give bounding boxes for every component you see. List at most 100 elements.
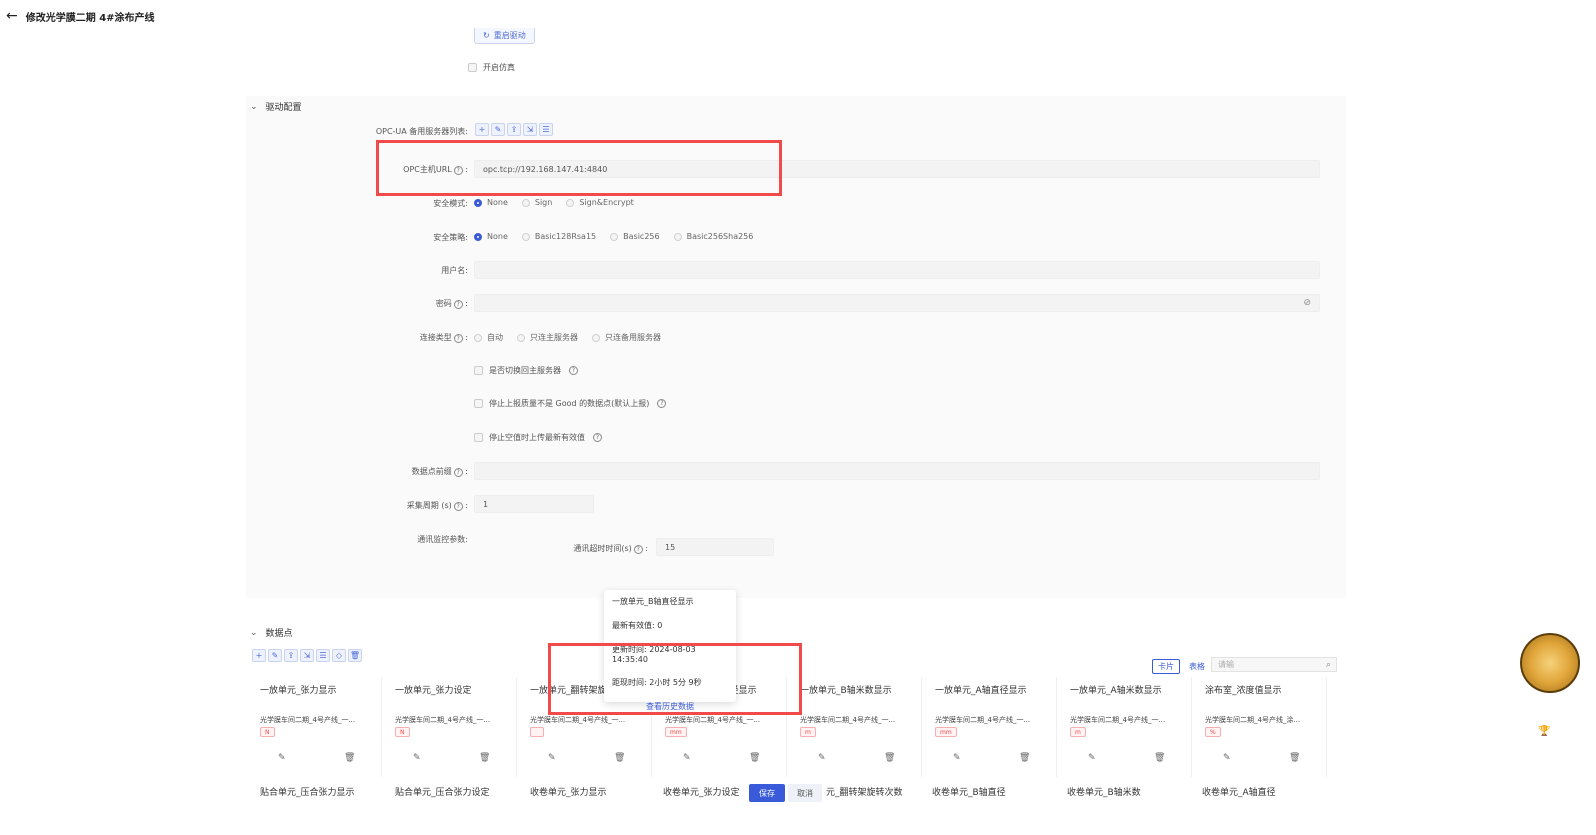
list-icon[interactable]: ☰ — [539, 123, 553, 136]
edit-icon[interactable]: ✎ — [491, 123, 505, 136]
card-title[interactable]: 贴合单元_压合张力显示 — [260, 785, 355, 798]
card-title[interactable]: 收卷单元_B轴直径 — [932, 785, 1006, 798]
conn-primary-only[interactable]: 只连主服务器 — [517, 332, 578, 343]
datapoint-card[interactable]: 一放单元_A轴米数显示 光学膜车间二期_4号产线_一... m ✎ 🗑 — [1062, 677, 1192, 777]
datapoint-prefix-label: 数据点前缀? : — [411, 467, 468, 477]
security-mode-sign[interactable]: Sign — [521, 198, 552, 207]
edit-icon[interactable]: ✎ — [548, 753, 556, 763]
simulate-toggle[interactable]: 开启仿真 — [468, 62, 515, 73]
stop-not-good-checkbox[interactable] — [474, 399, 483, 408]
unit-badge: N — [395, 727, 410, 737]
password-input[interactable]: ⊘ — [474, 294, 1320, 312]
driver-config-header[interactable]: ⌄ 驱动配置 — [250, 100, 302, 114]
import-icon[interactable]: ⇪ — [507, 123, 521, 136]
policy-basic128rsa15[interactable]: Basic128Rsa15 — [521, 232, 597, 241]
export-icon[interactable]: ⇲ — [523, 123, 537, 136]
radio[interactable] — [673, 232, 682, 241]
policy-none[interactable]: None — [474, 232, 508, 241]
eye-off-icon[interactable]: ⊘ — [1303, 298, 1311, 308]
add-icon[interactable]: + — [252, 649, 266, 662]
radio-selected[interactable] — [474, 232, 482, 241]
edit-icon[interactable]: ✎ — [953, 753, 961, 763]
arrow-left-icon[interactable]: ← — [6, 8, 18, 24]
restart-driver-button[interactable]: ↻ 重启驱动 — [474, 28, 535, 44]
card-title[interactable]: 收卷单元_B轴米数 — [1067, 785, 1141, 798]
datapoints-header[interactable]: ⌄ 数据点 — [250, 626, 293, 640]
view-table-button[interactable]: 表格 — [1184, 660, 1210, 673]
card-title[interactable]: 收卷单元_A轴直径 — [1202, 785, 1276, 798]
edit-icon[interactable]: ✎ — [278, 753, 286, 763]
card-title: 一放单元_张力显示 — [260, 686, 337, 696]
edit-icon[interactable]: ✎ — [268, 649, 282, 662]
option-label: None — [487, 198, 508, 207]
simulate-label: 开启仿真 — [483, 63, 515, 72]
policy-basic256sha256[interactable]: Basic256Sha256 — [673, 232, 753, 241]
list-icon[interactable]: ☰ — [316, 649, 330, 662]
radio[interactable] — [521, 232, 530, 241]
username-input[interactable] — [474, 261, 1320, 279]
delete-icon[interactable]: 🗑 — [884, 753, 895, 763]
edit-icon[interactable]: ✎ — [683, 753, 691, 763]
highlight-box-url — [376, 140, 782, 196]
edit-icon[interactable]: ✎ — [413, 753, 421, 763]
delete-icon[interactable]: 🗑 — [749, 753, 760, 763]
radio[interactable] — [592, 333, 600, 342]
comm-timeout-label: 通讯超时时间(s)? : — [573, 544, 648, 554]
policy-basic256[interactable]: Basic256 — [610, 232, 660, 241]
delete-icon[interactable]: 🗑 — [1289, 753, 1300, 763]
datapoint-card[interactable]: 涂布室_浓度值显示 光学膜车间二期_4号产线_涂... % ✎ 🗑 — [1197, 677, 1327, 777]
radio-selected[interactable] — [474, 198, 482, 207]
trophy-icon[interactable]: 🏆 — [1538, 726, 1550, 737]
simulate-checkbox[interactable] — [468, 63, 477, 72]
refresh-icon: ↻ — [483, 31, 490, 40]
add-icon[interactable]: + — [475, 123, 489, 136]
switch-back-checkbox[interactable] — [474, 366, 483, 375]
datapoint-card[interactable]: 一放单元_张力设定 光学膜车间二期_4号产线_一... N ✎ 🗑 — [387, 677, 517, 777]
comm-monitor-label: 通讯监控参数: — [417, 535, 468, 544]
datapoint-prefix-input[interactable] — [474, 462, 1320, 480]
card-title[interactable]: 收卷单元_张力设定 — [663, 785, 740, 798]
card-title[interactable]: 元_翻转架旋转次数 — [826, 785, 903, 798]
save-button[interactable]: 保存 — [749, 784, 785, 802]
radio[interactable] — [517, 333, 525, 342]
conn-auto[interactable]: 自动 — [474, 332, 503, 343]
card-title: 一放单元_A轴米数显示 — [1070, 686, 1162, 696]
radio[interactable] — [566, 198, 575, 207]
delete-icon[interactable]: 🗑 — [614, 753, 625, 763]
edit-icon[interactable]: ✎ — [818, 753, 826, 763]
export-icon[interactable]: ⇲ — [300, 649, 314, 662]
restart-driver-label: 重启驱动 — [493, 31, 526, 40]
stop-not-good-row[interactable]: 停止上报质量不是 Good 的数据点(默认上报)? — [474, 398, 667, 409]
stop-empty-row[interactable]: 停止空值时上传最新有效值? — [474, 432, 602, 443]
comm-timeout-input[interactable]: 15 — [656, 538, 774, 556]
edit-icon[interactable]: ✎ — [1223, 753, 1231, 763]
stop-empty-label: 停止空值时上传最新有效值 — [489, 433, 585, 442]
filter-icon[interactable]: ◇ — [332, 649, 346, 662]
datapoint-card[interactable]: 一放单元_张力显示 光学膜车间二期_4号产线_一... N ✎ 🗑 — [252, 677, 382, 777]
datapoints-search-input[interactable]: 请输 ⌕ — [1211, 657, 1337, 672]
card-title[interactable]: 收卷单元_张力显示 — [530, 785, 607, 798]
delete-icon[interactable]: 🗑 — [1019, 753, 1030, 763]
cancel-button[interactable]: 取消 — [788, 784, 822, 802]
datapoint-card[interactable]: 一放单元_B轴米数显示 光学膜车间二期_4号产线_一... m ✎ 🗑 — [792, 677, 922, 777]
security-mode-sign-encrypt[interactable]: Sign&Encrypt — [566, 198, 634, 207]
import-icon[interactable]: ⇪ — [284, 649, 298, 662]
delete-icon[interactable]: 🗑 — [1154, 753, 1165, 763]
delete-icon[interactable]: 🗑 — [344, 753, 355, 763]
option-label: Basic128Rsa15 — [534, 232, 597, 241]
delete-icon[interactable]: 🗑 — [348, 649, 362, 662]
view-card-button[interactable]: 卡片 — [1152, 659, 1180, 674]
datapoint-card[interactable]: 一放单元_A轴直径显示 光学膜车间二期_4号产线_一... mm ✎ 🗑 — [927, 677, 1057, 777]
stop-empty-checkbox[interactable] — [474, 433, 483, 442]
card-title[interactable]: 贴合单元_压合张力设定 — [395, 785, 490, 798]
collect-period-input[interactable]: 1 — [474, 495, 594, 513]
conn-backup-only[interactable]: 只连备用服务器 — [592, 332, 661, 343]
delete-icon[interactable]: 🗑 — [479, 753, 490, 763]
edit-icon[interactable]: ✎ — [1088, 753, 1096, 763]
security-mode-none[interactable]: None — [474, 198, 508, 207]
radio[interactable] — [521, 198, 530, 207]
radio[interactable] — [474, 333, 482, 342]
assistant-avatar[interactable] — [1520, 633, 1580, 693]
switch-back-row[interactable]: 是否切换回主服务器? — [474, 365, 578, 376]
radio[interactable] — [610, 232, 619, 241]
